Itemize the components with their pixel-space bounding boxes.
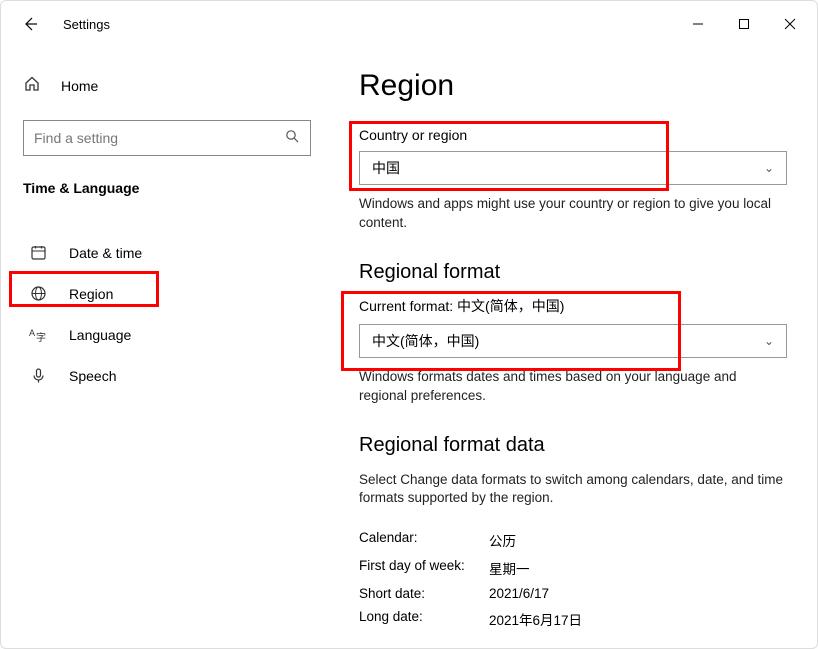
chevron-down-icon: ⌄ xyxy=(764,161,774,175)
nav-item-speech[interactable]: Speech xyxy=(1,355,329,396)
language-icon: A字 xyxy=(29,326,47,343)
regional-data-description: Select Change data formats to switch amo… xyxy=(359,471,787,509)
country-value: 中国 xyxy=(372,158,400,178)
maximize-icon xyxy=(738,18,750,30)
country-label: Country or region xyxy=(359,127,787,143)
format-value: 公历 xyxy=(489,530,516,550)
home-button[interactable]: Home xyxy=(1,67,329,104)
minimize-icon xyxy=(692,18,704,30)
arrow-left-icon xyxy=(22,16,38,32)
nav-label: Region xyxy=(69,286,113,302)
format-row: First day of week: 星期一 xyxy=(359,554,787,582)
format-key: First day of week: xyxy=(359,558,489,578)
format-row: Short date: 2021/6/17 xyxy=(359,582,787,605)
nav-item-language[interactable]: A字 Language xyxy=(1,314,329,355)
maximize-button[interactable] xyxy=(721,9,767,39)
close-button[interactable] xyxy=(767,9,813,39)
regional-format-heading: Regional format xyxy=(359,261,787,284)
main-content: Region Country or region 中国 ⌄ Windows an… xyxy=(329,47,817,648)
nav-item-date-time[interactable]: Date & time xyxy=(1,232,329,273)
window-title: Settings xyxy=(63,17,110,32)
format-value: 2021年6月17日 xyxy=(489,609,582,629)
nav-label: Date & time xyxy=(69,245,142,261)
svg-text:字: 字 xyxy=(36,331,46,343)
format-description: Windows formats dates and times based on… xyxy=(359,368,787,406)
sidebar: Home Time & Language Date & time xyxy=(1,47,329,648)
search-input[interactable] xyxy=(34,130,285,146)
search-box[interactable] xyxy=(23,120,311,156)
format-row: Long date: 2021年6月17日 xyxy=(359,605,787,633)
format-value: 2021/6/17 xyxy=(489,586,549,601)
page-title: Region xyxy=(359,69,787,103)
nav-label: Speech xyxy=(69,368,116,384)
titlebar: Settings xyxy=(1,1,817,47)
search-icon xyxy=(285,129,300,147)
clock-icon xyxy=(29,244,47,261)
format-key: Long date: xyxy=(359,609,489,629)
format-key: Calendar: xyxy=(359,530,489,550)
regional-data-heading: Regional format data xyxy=(359,434,787,457)
back-button[interactable] xyxy=(15,16,45,32)
nav-label: Language xyxy=(69,327,131,343)
format-dropdown[interactable]: 中文(简体，中国) ⌄ xyxy=(359,324,787,358)
window-controls xyxy=(675,9,813,39)
format-row: Calendar: 公历 xyxy=(359,526,787,554)
microphone-icon xyxy=(29,367,47,384)
chevron-down-icon: ⌄ xyxy=(764,334,774,348)
settings-window: Settings Home xyxy=(0,0,818,649)
close-icon xyxy=(784,18,796,30)
format-value: 星期一 xyxy=(489,558,530,578)
country-dropdown[interactable]: 中国 ⌄ xyxy=(359,151,787,185)
nav-list: Date & time Region A字 Language xyxy=(1,212,329,396)
format-key: Short date: xyxy=(359,586,489,601)
category-heading: Time & Language xyxy=(1,174,329,212)
minimize-button[interactable] xyxy=(675,9,721,39)
globe-icon xyxy=(29,285,47,302)
home-icon xyxy=(23,75,41,96)
nav-item-region[interactable]: Region xyxy=(1,273,329,314)
current-format-label: Current format: 中文(简体，中国) xyxy=(359,296,787,316)
home-label: Home xyxy=(61,78,98,94)
format-value: 中文(简体，中国) xyxy=(372,331,479,351)
country-description: Windows and apps might use your country … xyxy=(359,195,787,233)
svg-text:A: A xyxy=(29,328,35,338)
